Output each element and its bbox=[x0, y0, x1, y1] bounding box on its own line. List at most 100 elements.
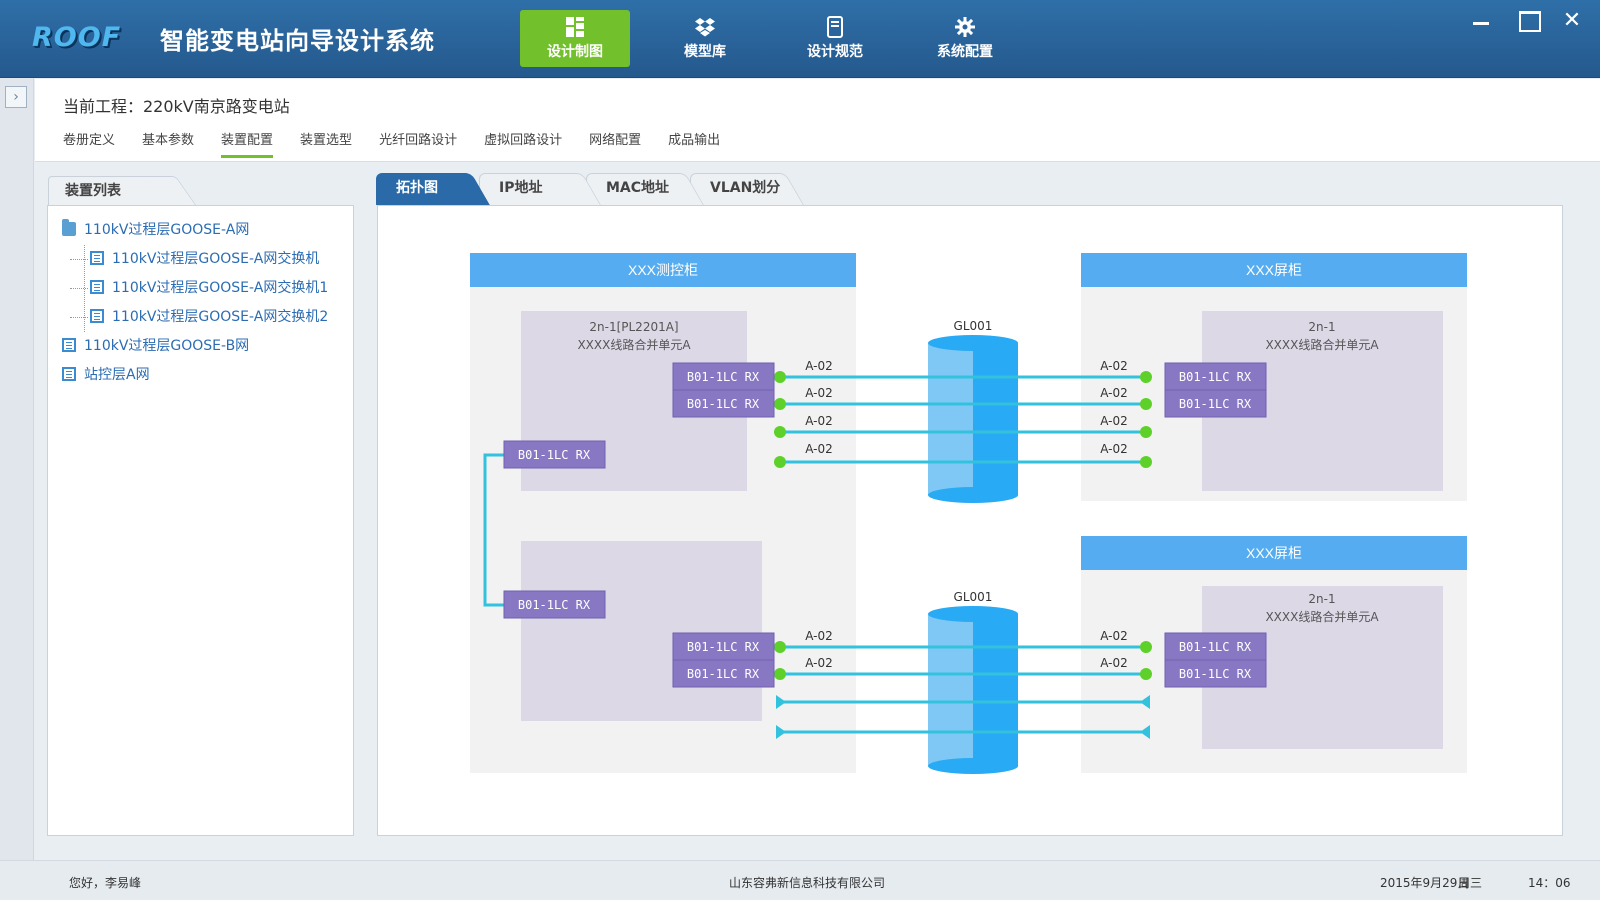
link-label: A-02 bbox=[1100, 656, 1128, 670]
document-icon bbox=[90, 251, 104, 265]
left-cabinet[interactable]: XXX测控柜 2n-1[PL2201A] XXXX线路合并单元A bbox=[470, 253, 856, 773]
link-label: A-02 bbox=[1100, 359, 1128, 373]
port[interactable]: B01-1LC RX bbox=[672, 362, 775, 391]
project-header: 当前工程：220kV南京路变电站 卷册定义 基本参数 装置配置 装置选型 光纤回… bbox=[35, 79, 1600, 162]
nav-system-config[interactable]: 系统配置 bbox=[910, 10, 1020, 67]
subtab-volume-definition[interactable]: 卷册定义 bbox=[63, 129, 115, 158]
nav-design-drawing[interactable]: 设计制图 bbox=[520, 10, 630, 67]
status-company: 山东容弗新信息科技有限公司 bbox=[729, 876, 886, 890]
cable-label: GL001 bbox=[954, 590, 993, 604]
nav-model-library-label: 模型库 bbox=[684, 44, 726, 60]
side-strip: › bbox=[0, 78, 34, 860]
tab-ip-address[interactable]: IP地址 bbox=[479, 173, 579, 205]
nav-design-spec[interactable]: 设计规范 bbox=[780, 10, 890, 67]
tree-item[interactable]: 110kV过程层GOOSE-A网交换机1 bbox=[62, 274, 328, 303]
port[interactable]: B01-1LC RX bbox=[672, 632, 775, 661]
port-label: B01-1LC RX bbox=[687, 397, 760, 411]
tab-mac-address[interactable]: MAC地址 bbox=[586, 173, 682, 205]
port-label: B01-1LC RX bbox=[687, 370, 760, 384]
book-icon bbox=[780, 16, 890, 42]
merging-unit-desc: XXXX线路合并单元A bbox=[1265, 609, 1379, 624]
tree-item[interactable]: 站控层A网 bbox=[62, 361, 328, 390]
port[interactable]: B01-1LC RX bbox=[1164, 362, 1267, 391]
app-logo: ROOF bbox=[32, 22, 122, 53]
dropbox-icon bbox=[650, 16, 760, 42]
tree-item-label: 110kV过程层GOOSE-A网交换机2 bbox=[112, 309, 329, 325]
port[interactable]: B01-1LC RX bbox=[503, 590, 606, 619]
port[interactable]: B01-1LC RX bbox=[672, 659, 775, 688]
chevron-right-icon: › bbox=[13, 89, 19, 105]
right-cabinet-bottom[interactable]: XXX屏柜 2n-1 XXXX线路合并单元A bbox=[1081, 536, 1467, 773]
link-label: A-02 bbox=[805, 442, 833, 456]
close-button[interactable]: ✕ bbox=[1557, 6, 1587, 36]
minimize-button[interactable] bbox=[1466, 6, 1496, 36]
link-label: A-02 bbox=[805, 656, 833, 670]
merging-unit-name: 2n-1 bbox=[1308, 320, 1335, 334]
status-date: 2015年9月29日 bbox=[1380, 876, 1470, 890]
tree-item-label: 110kV过程层GOOSE-B网 bbox=[84, 338, 250, 354]
port-label: B01-1LC RX bbox=[518, 448, 591, 462]
sub-tabs: 卷册定义 基本参数 装置配置 装置选型 光纤回路设计 虚拟回路设计 网络配置 成… bbox=[63, 129, 747, 158]
port[interactable]: B01-1LC RX bbox=[672, 389, 775, 418]
project-title: 当前工程：220kV南京路变电站 bbox=[63, 97, 290, 116]
tree-item-label: 110kV过程层GOOSE-A网交换机1 bbox=[112, 280, 329, 296]
expand-sidebar-button[interactable]: › bbox=[5, 86, 27, 108]
link-label: A-02 bbox=[805, 386, 833, 400]
subtab-device-config[interactable]: 装置配置 bbox=[221, 129, 274, 158]
nav-model-library[interactable]: 模型库 bbox=[650, 10, 760, 67]
merging-unit-desc: XXXX线路合并单元A bbox=[1265, 337, 1379, 352]
port[interactable]: B01-1LC RX bbox=[1164, 389, 1267, 418]
link-label: A-02 bbox=[805, 414, 833, 428]
device-list-panel: 110kV过程层GOOSE-A网 110kV过程层GOOSE-A网交换机 110… bbox=[47, 205, 354, 836]
fiber-cable-bottom[interactable]: GL001 bbox=[928, 590, 1018, 774]
port[interactable]: B01-1LC RX bbox=[1164, 659, 1267, 688]
link-label: A-02 bbox=[1100, 386, 1128, 400]
tree-item[interactable]: 110kV过程层GOOSE-B网 bbox=[62, 332, 328, 361]
subtab-fiber-circuit[interactable]: 光纤回路设计 bbox=[379, 129, 457, 158]
port-label: B01-1LC RX bbox=[687, 667, 760, 681]
link-label: A-02 bbox=[805, 359, 833, 373]
merging-unit-desc: XXXX线路合并单元A bbox=[577, 337, 691, 352]
port-label: B01-1LC RX bbox=[1179, 370, 1252, 384]
document-icon bbox=[90, 309, 104, 323]
port-label: B01-1LC RX bbox=[1179, 640, 1252, 654]
fiber-cable-top[interactable]: GL001 bbox=[928, 319, 1018, 503]
status-bar: 您好，李易峰 山东容弗新信息科技有限公司 2015年9月29日 周三 14：06 bbox=[0, 860, 1600, 900]
maximize-button[interactable] bbox=[1514, 6, 1544, 36]
tree-item-label: 站控层A网 bbox=[84, 367, 150, 383]
left-cabinet-title: XXX测控柜 bbox=[628, 262, 698, 278]
status-weekday: 周三 bbox=[1458, 876, 1483, 890]
merging-unit-name: 2n-1[PL2201A] bbox=[589, 320, 678, 334]
document-icon bbox=[62, 367, 76, 381]
link-label: A-02 bbox=[1100, 442, 1128, 456]
tab-vlan[interactable]: VLAN划分 bbox=[690, 173, 782, 205]
subtab-virtual-circuit[interactable]: 虚拟回路设计 bbox=[484, 129, 562, 158]
device-box[interactable] bbox=[521, 541, 762, 721]
subtab-device-selection[interactable]: 装置选型 bbox=[300, 129, 352, 158]
device-list-tab[interactable]: 装置列表 bbox=[48, 176, 170, 206]
folder-icon bbox=[62, 219, 76, 236]
topology-diagram: XXX测控柜 2n-1[PL2201A] XXXX线路合并单元A XXX屏柜 2… bbox=[470, 253, 1467, 774]
merging-unit-name: 2n-1 bbox=[1308, 592, 1335, 606]
port[interactable]: B01-1LC RX bbox=[503, 440, 606, 469]
document-icon bbox=[62, 338, 76, 352]
top-navigation: 设计制图 模型库 设计规范 系统配置 bbox=[520, 10, 1040, 67]
tree-item[interactable]: 110kV过程层GOOSE-A网 bbox=[62, 216, 328, 245]
app-title: 智能变电站向导设计系统 bbox=[160, 27, 435, 55]
link-label: A-02 bbox=[1100, 414, 1128, 428]
cable-label: GL001 bbox=[954, 319, 993, 333]
gear-icon bbox=[910, 16, 1020, 42]
nav-design-drawing-label: 设计制图 bbox=[547, 44, 603, 60]
port-label: B01-1LC RX bbox=[518, 598, 591, 612]
subtab-network-config[interactable]: 网络配置 bbox=[589, 129, 641, 158]
link-label: A-02 bbox=[1100, 629, 1128, 643]
port[interactable]: B01-1LC RX bbox=[1164, 632, 1267, 661]
tree-item[interactable]: 110kV过程层GOOSE-A网交换机2 bbox=[62, 303, 328, 332]
subtab-basic-params[interactable]: 基本参数 bbox=[142, 129, 194, 158]
title-bar: ROOF 智能变电站向导设计系统 设计制图 模型库 设计规范 系统配置 ✕ bbox=[0, 0, 1600, 78]
subtab-product-output[interactable]: 成品输出 bbox=[668, 129, 720, 158]
tab-topology[interactable]: 拓扑图 bbox=[376, 173, 468, 205]
right-cabinet-top-title: XXX屏柜 bbox=[1246, 262, 1302, 278]
port-label: B01-1LC RX bbox=[1179, 667, 1252, 681]
tree-item[interactable]: 110kV过程层GOOSE-A网交换机 bbox=[62, 245, 328, 274]
